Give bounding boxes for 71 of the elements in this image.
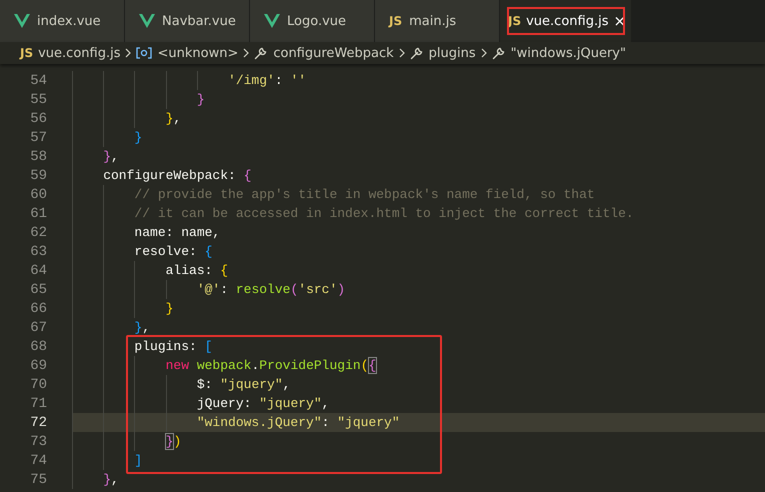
line-number: 67: [29, 320, 47, 336]
editor-tab[interactable]: Logo.vue: [250, 0, 375, 42]
code-line: alias: {: [164, 263, 228, 278]
breadcrumb-item[interactable]: "windows.jQuery": [510, 46, 626, 60]
code-line: '/img': '': [227, 73, 306, 88]
file-type-label: JS: [389, 14, 402, 28]
breadcrumb-item[interactable]: configureWebpack: [273, 46, 394, 60]
code-line: },: [102, 149, 119, 164]
code-line: resolve: {: [133, 244, 212, 259]
line-number: 71: [29, 396, 47, 412]
line-number: 66: [29, 300, 47, 316]
code-line: configureWebpack: {: [102, 168, 252, 183]
code-line: jQuery: "jquery",: [196, 396, 330, 411]
line-number: 55: [29, 92, 47, 108]
line-number: 74: [29, 452, 47, 468]
code-line: },: [133, 320, 150, 335]
code-line: plugins: [: [133, 339, 212, 354]
symbol-icon: [136, 47, 152, 59]
line-number: 63: [29, 244, 47, 260]
code-line: },: [164, 111, 182, 126]
code-line: name: name,: [133, 225, 220, 240]
editor-tab[interactable]: index.vue: [0, 0, 125, 42]
wrench-icon: [254, 46, 268, 60]
code-line: '@': resolve('src'): [196, 282, 346, 297]
tab-label: Navbar.vue: [162, 14, 236, 28]
code-line: }: [164, 301, 174, 316]
editor-tab[interactable]: JS main.js: [375, 0, 500, 42]
line-number: 75: [29, 472, 47, 488]
file-type-label: JS: [20, 46, 34, 60]
line-number: 57: [29, 130, 47, 146]
code-line: }): [164, 434, 182, 449]
line-number: 68: [29, 338, 47, 354]
code-line: // provide the app's title in webpack's name field, so that: [133, 187, 595, 202]
code-line: "windows.jQuery": "jquery": [196, 415, 400, 430]
line-number: 64: [29, 262, 47, 278]
tab-label: vue.config.js: [526, 14, 608, 28]
line-number: 62: [29, 224, 47, 240]
code-line: // it can be accessed in index.html to inject the correct title.: [133, 206, 634, 221]
line-number: 69: [29, 358, 47, 374]
breadcrumb-item[interactable]: vue.config.js: [38, 46, 120, 60]
breadcrumb-item[interactable]: plugins: [428, 46, 476, 60]
code-line: }: [196, 92, 205, 107]
chevron-icon: [480, 48, 487, 58]
chevron-icon: [398, 48, 405, 58]
vue-logo-icon: [14, 14, 30, 28]
line-number: 70: [29, 376, 47, 392]
vue-logo-icon: [264, 14, 280, 28]
code-line: ]: [133, 453, 142, 468]
code-line: new webpack.ProvidePlugin({: [164, 358, 376, 373]
tab-label: index.vue: [37, 14, 101, 28]
code-line: $: "jquery",: [196, 377, 290, 392]
editor-tab[interactable]: Navbar.vue: [125, 0, 250, 42]
breadcrumb-item[interactable]: <unknown>: [157, 46, 238, 60]
tab-label: main.js: [409, 14, 456, 28]
line-number: 60: [29, 186, 47, 202]
line-number: 65: [29, 282, 47, 298]
line-number: 61: [29, 206, 47, 222]
line-number: 72: [29, 414, 47, 430]
code-line: },: [102, 472, 119, 487]
chevron-icon: [243, 48, 250, 58]
line-number: 59: [29, 168, 47, 184]
line-number: 56: [29, 110, 47, 126]
chevron-icon: [125, 48, 132, 58]
line-number: 58: [29, 148, 47, 164]
wrench-icon: [492, 46, 506, 60]
tab-label: Logo.vue: [287, 14, 346, 28]
code-line: }: [133, 130, 142, 145]
line-number: 54: [29, 72, 47, 88]
line-number: 73: [29, 434, 47, 450]
vue-logo-icon: [139, 14, 155, 28]
wrench-icon: [410, 46, 424, 60]
